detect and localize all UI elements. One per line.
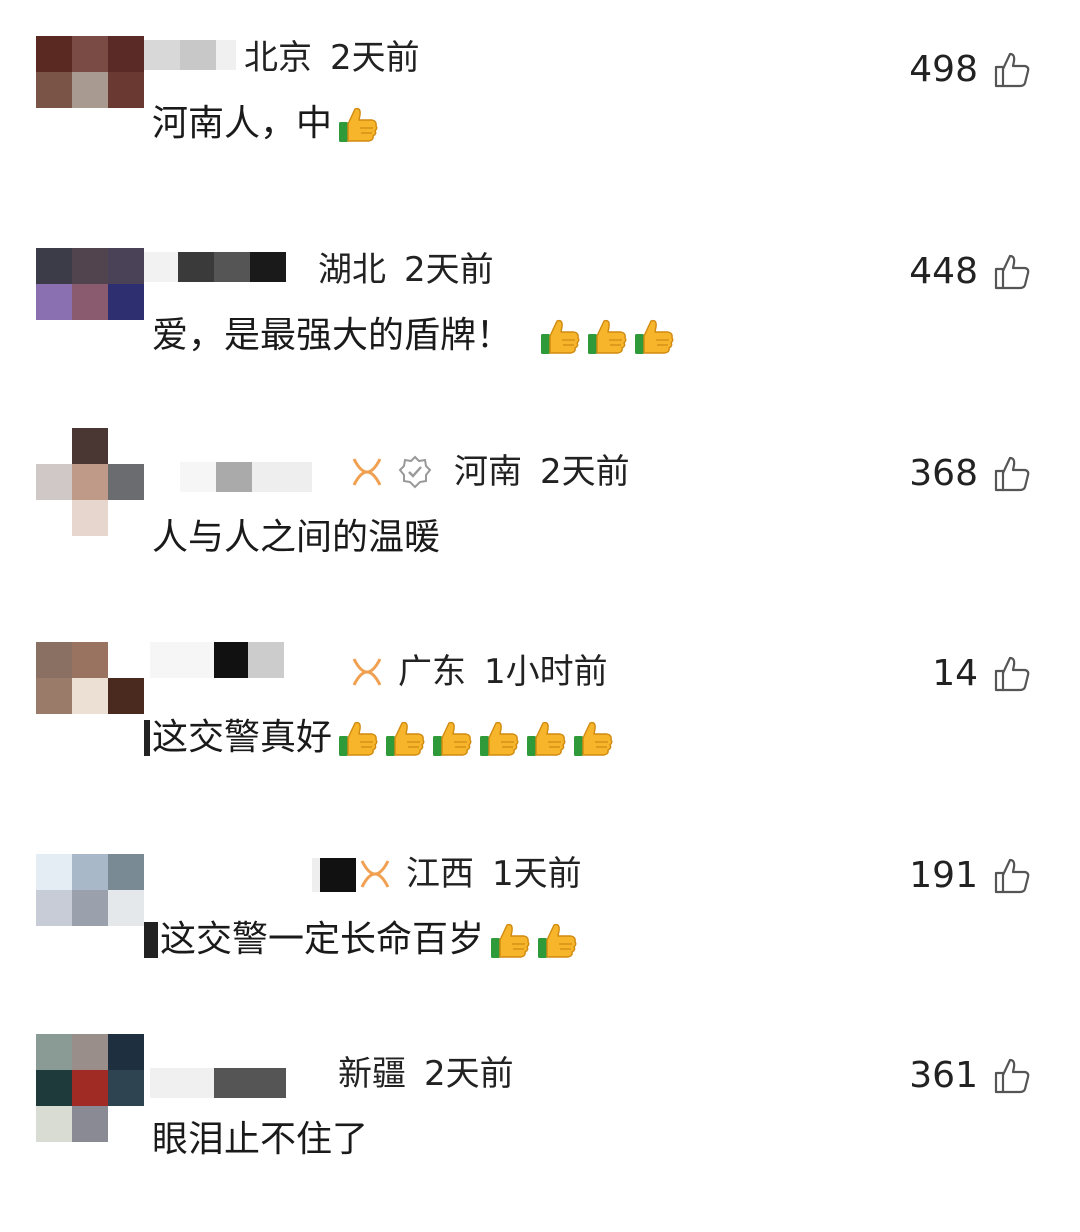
thumbs-up-emoji-icon — [632, 314, 676, 358]
thumbs-up-emoji-icon — [336, 102, 383, 146]
comment-meta: 北京 2天前 — [244, 38, 420, 78]
timestamp: 2天前 — [424, 1054, 514, 1094]
thumbs-up-emoji-icon — [336, 716, 380, 760]
thumbs-up-emoji-icon — [524, 716, 568, 760]
region: 北京 — [244, 38, 312, 78]
comment-item[interactable]: 河南 2天前 人与人之间的温暖 368 — [0, 428, 1080, 630]
avatar[interactable] — [36, 642, 144, 714]
thumbs-up-outline-icon[interactable] — [992, 1056, 1032, 1096]
like-count: 191 — [909, 855, 978, 896]
thumbs-up-emoji-icon — [538, 314, 582, 358]
username[interactable] — [144, 40, 236, 70]
username[interactable] — [144, 252, 286, 282]
thumbs-up-emoji-icon — [585, 314, 629, 358]
region: 江西 — [406, 854, 474, 894]
comment-text: 眼泪止不住了 — [152, 1119, 369, 1160]
comment-meta: 江西 1天前 — [358, 854, 582, 894]
avatar[interactable] — [36, 428, 144, 536]
region: 新疆 — [338, 1054, 406, 1094]
avatar[interactable] — [36, 36, 144, 108]
thumbs-up-emoji-icon — [383, 716, 427, 760]
thumbs-up-outline-icon[interactable] — [992, 50, 1032, 90]
thumbs-up-outline-icon[interactable] — [992, 252, 1032, 292]
blur-fragment — [144, 720, 150, 756]
comment-text: 这交警一定长命百岁 — [144, 916, 582, 964]
comment-text: 这交警真好 — [144, 714, 618, 762]
vip-ribbon-icon[interactable] — [358, 857, 392, 891]
username[interactable] — [180, 462, 312, 492]
comment-text: 河南人，中 — [152, 100, 383, 148]
thumbs-up-outline-icon[interactable] — [992, 454, 1032, 494]
comment-meta: 河南 2天前 — [350, 452, 630, 492]
comment-meta: 新疆 2天前 — [338, 1054, 514, 1094]
comment-item[interactable]: 北京 2天前 河南人，中 498 — [0, 36, 1080, 216]
comment-item[interactable]: 湖北 2天前 爱，是最强大的盾牌！ 448 — [0, 248, 1080, 428]
timestamp: 2天前 — [540, 452, 630, 492]
comment-item[interactable]: 新疆 2天前 眼泪止不住了 361 — [0, 1034, 1080, 1232]
username[interactable] — [150, 642, 284, 678]
timestamp: 2天前 — [330, 38, 420, 78]
region: 河南 — [454, 452, 522, 492]
comment-item[interactable]: 广东 1小时前 这交警真好 14 — [0, 642, 1080, 830]
like-count: 448 — [909, 251, 978, 292]
blur-fragment — [144, 922, 158, 958]
thumbs-up-emoji-icon — [538, 314, 679, 358]
thumbs-up-outline-icon[interactable] — [992, 856, 1032, 896]
thumbs-up-emoji-icon — [336, 102, 380, 146]
thumbs-up-outline-icon[interactable] — [992, 654, 1032, 694]
thumbs-up-emoji-icon — [535, 918, 579, 962]
thumbs-up-emoji-icon — [430, 716, 474, 760]
region: 广东 — [398, 652, 466, 692]
avatar[interactable] — [36, 248, 144, 320]
vip-ribbon-icon[interactable] — [350, 655, 384, 689]
like-count: 498 — [909, 49, 978, 90]
avatar[interactable] — [36, 1034, 144, 1142]
thumbs-up-emoji-icon — [336, 716, 618, 760]
avatar[interactable] — [36, 854, 144, 926]
timestamp: 2天前 — [404, 250, 494, 290]
comment-text: 人与人之间的温暖 — [152, 517, 441, 558]
like-count: 361 — [909, 1055, 978, 1096]
thumbs-up-emoji-icon — [571, 716, 615, 760]
verified-badge-icon[interactable] — [398, 455, 432, 489]
comment-meta: 湖北 2天前 — [318, 250, 494, 290]
timestamp: 1小时前 — [484, 652, 608, 692]
comment-text: 爱，是最强大的盾牌！ — [152, 312, 679, 360]
comment-meta: 广东 1小时前 — [350, 652, 608, 692]
vip-ribbon-icon[interactable] — [350, 455, 384, 489]
like-count: 368 — [909, 453, 978, 494]
region: 湖北 — [318, 250, 386, 290]
comment-item[interactable]: 江西 1天前 这交警一定长命百岁 191 — [0, 852, 1080, 1032]
thumbs-up-emoji-icon — [488, 918, 582, 962]
username[interactable] — [312, 858, 356, 892]
username[interactable] — [150, 1068, 286, 1098]
thumbs-up-emoji-icon — [488, 918, 532, 962]
thumbs-up-emoji-icon — [477, 716, 521, 760]
timestamp: 1天前 — [492, 854, 582, 894]
like-count: 14 — [932, 653, 978, 694]
